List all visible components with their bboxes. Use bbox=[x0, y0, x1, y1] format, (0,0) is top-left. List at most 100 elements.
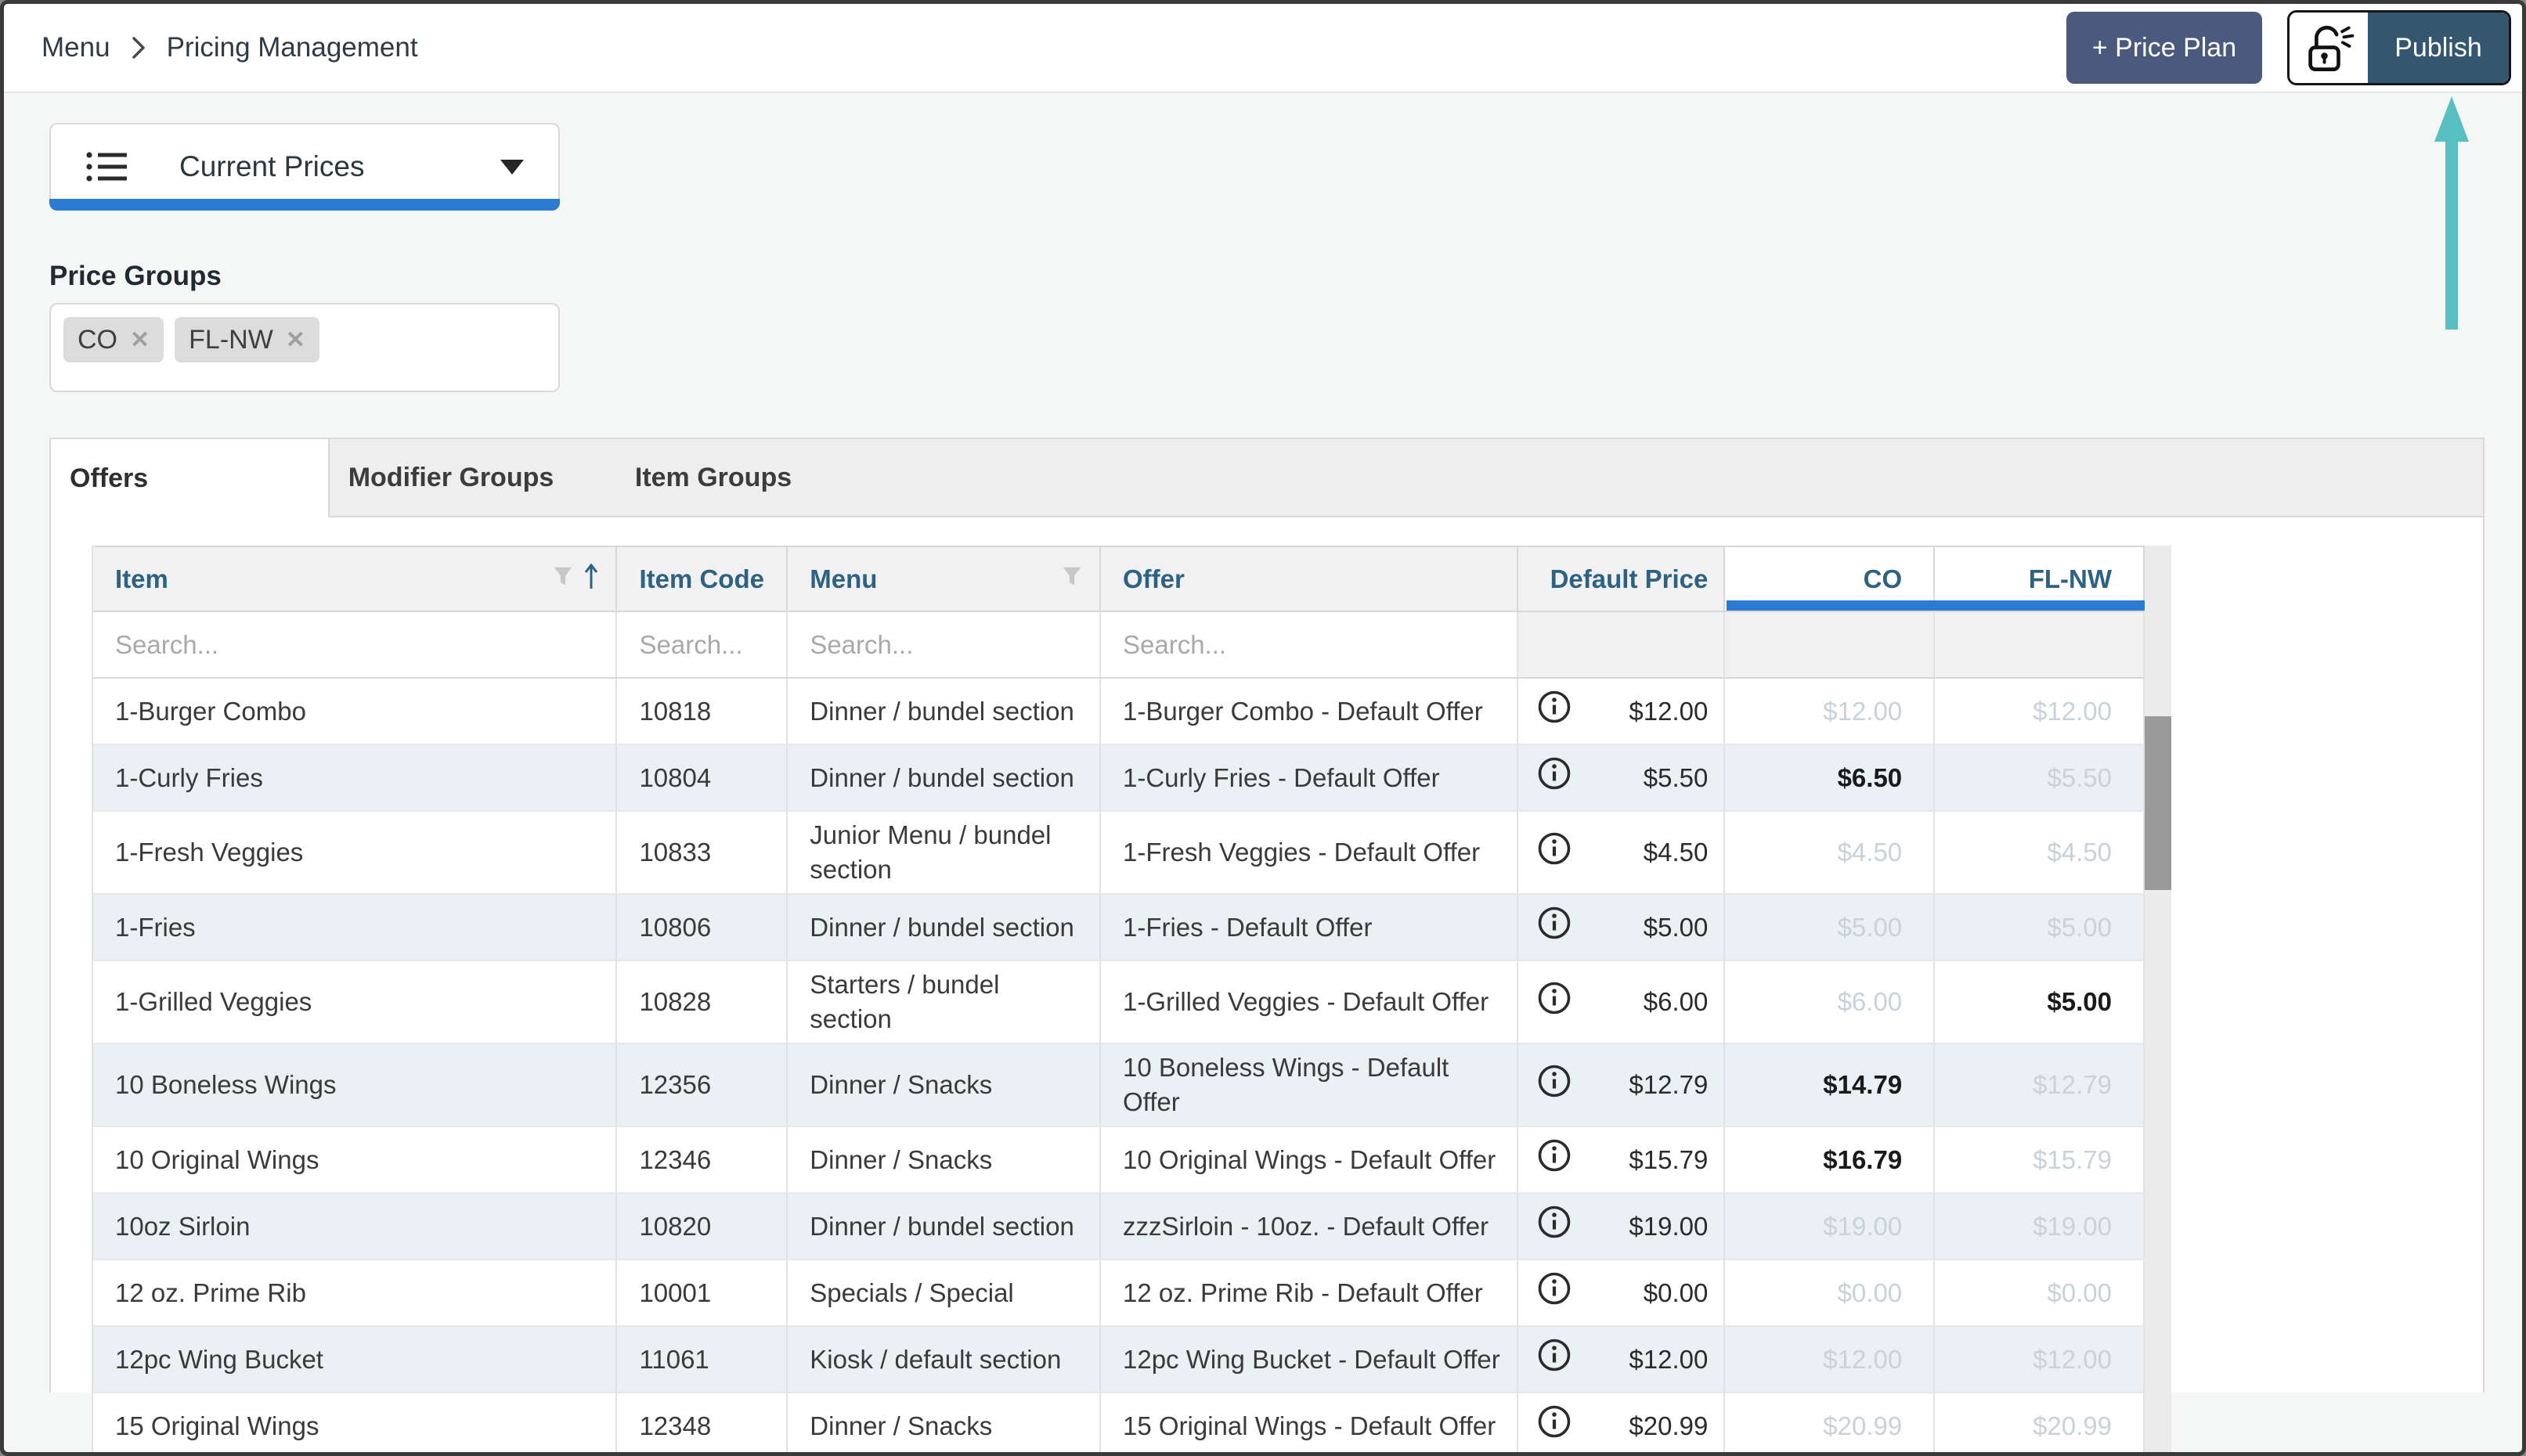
co-price-cell[interactable]: $6.00 bbox=[1725, 961, 1935, 1043]
co-price-value: $6.00 bbox=[1838, 985, 1903, 1019]
price-group-chip-flnw: FL-NW ✕ bbox=[175, 317, 319, 362]
co-price-value: $12.00 bbox=[1823, 694, 1902, 729]
info-icon[interactable] bbox=[1537, 1404, 1572, 1447]
default-price-cell: $15.79 bbox=[1518, 1127, 1726, 1192]
fl-nw-price-cell[interactable]: $0.00 bbox=[1935, 1260, 2145, 1325]
fl-nw-price-value: $12.79 bbox=[2033, 1068, 2112, 1102]
fl-nw-price-value: $15.79 bbox=[2033, 1143, 2112, 1177]
fl-nw-price-cell[interactable]: $15.79 bbox=[1935, 1127, 2145, 1192]
search-item-input[interactable] bbox=[93, 612, 615, 677]
price-groups-label: Price Groups bbox=[49, 261, 2522, 292]
fl-nw-price-cell[interactable]: $20.99 bbox=[1935, 1393, 2145, 1456]
co-price-cell[interactable]: $12.00 bbox=[1725, 1327, 1935, 1392]
fl-nw-price-value: $12.00 bbox=[2033, 1342, 2112, 1377]
fl-nw-price-cell[interactable]: $5.00 bbox=[1935, 895, 2145, 960]
fl-nw-price-cell[interactable]: $12.00 bbox=[1935, 1327, 2145, 1392]
unlock-button[interactable] bbox=[2290, 13, 2368, 83]
info-icon[interactable] bbox=[1537, 1205, 1572, 1248]
fl-nw-price-value: $5.00 bbox=[2047, 985, 2112, 1019]
item-code-cell: 10001 bbox=[617, 1260, 788, 1325]
default-price-value: $20.99 bbox=[1629, 1409, 1708, 1443]
fl-nw-price-cell[interactable]: $5.00 bbox=[1935, 961, 2145, 1043]
breadcrumb-menu[interactable]: Menu bbox=[41, 32, 110, 63]
vertical-scrollbar[interactable] bbox=[2145, 546, 2171, 1456]
item-code-cell: 10804 bbox=[617, 745, 788, 810]
filter-icon[interactable] bbox=[551, 564, 575, 594]
info-icon[interactable] bbox=[1537, 1271, 1572, 1314]
item-code-cell: 10820 bbox=[617, 1194, 788, 1259]
info-icon[interactable] bbox=[1537, 1064, 1572, 1107]
menu-cell: Dinner / bundel section bbox=[788, 745, 1101, 810]
item-code-cell: 10828 bbox=[617, 961, 788, 1043]
tab-offers[interactable]: Offers bbox=[51, 439, 330, 517]
search-menu-input[interactable] bbox=[788, 612, 1099, 677]
sort-ascending-icon[interactable] bbox=[583, 562, 600, 596]
add-price-plan-button[interactable]: + Price Plan bbox=[2066, 12, 2262, 84]
co-price-cell[interactable]: $6.50 bbox=[1725, 745, 1935, 810]
tab-modifier-groups[interactable]: Modifier Groups bbox=[330, 439, 572, 516]
column-label: Item bbox=[115, 564, 168, 594]
offer-cell: 10 Boneless Wings - Default Offer bbox=[1101, 1044, 1518, 1126]
item-cell: 1-Grilled Veggies bbox=[93, 961, 617, 1043]
menu-cell: Dinner / bundel section bbox=[788, 895, 1101, 960]
publish-button[interactable]: Publish bbox=[2368, 13, 2509, 83]
info-icon[interactable] bbox=[1537, 906, 1572, 949]
default-price-cell: $5.00 bbox=[1518, 895, 1726, 960]
co-price-cell[interactable]: $0.00 bbox=[1725, 1260, 1935, 1325]
search-offer-input[interactable] bbox=[1101, 612, 1517, 677]
co-price-cell[interactable]: $5.00 bbox=[1725, 895, 1935, 960]
default-price-cell: $12.00 bbox=[1518, 1327, 1726, 1392]
column-label: FL-NW bbox=[2029, 564, 2112, 594]
remove-chip-icon[interactable]: ✕ bbox=[130, 326, 150, 354]
column-header-menu[interactable]: Menu bbox=[788, 547, 1101, 611]
column-header-item-code[interactable]: Item Code bbox=[617, 547, 788, 611]
info-icon[interactable] bbox=[1537, 756, 1572, 799]
fl-nw-price-cell[interactable]: $12.79 bbox=[1935, 1044, 2145, 1126]
remove-chip-icon[interactable]: ✕ bbox=[286, 326, 305, 354]
tab-strip: Offers Modifier Groups Item Groups bbox=[51, 439, 2483, 517]
pricing-panel: Offers Modifier Groups Item Groups Item bbox=[49, 438, 2485, 1393]
tab-item-groups[interactable]: Item Groups bbox=[572, 439, 854, 516]
table-row: 1-Fresh Veggies10833Junior Menu / bundel… bbox=[93, 812, 2145, 895]
breadcrumb-pricing-management: Pricing Management bbox=[167, 32, 418, 63]
default-price-cell: $0.00 bbox=[1518, 1260, 1726, 1325]
menu-cell: Dinner / Snacks bbox=[788, 1044, 1101, 1126]
default-price-cell: $20.99 bbox=[1518, 1393, 1726, 1456]
content-area: Current Prices Price Groups CO ✕ FL-NW ✕… bbox=[4, 93, 2522, 1393]
column-header-offer[interactable]: Offer bbox=[1101, 547, 1518, 611]
price-groups-input[interactable]: CO ✕ FL-NW ✕ bbox=[49, 303, 560, 392]
co-price-cell[interactable]: $14.79 bbox=[1725, 1044, 1935, 1126]
fl-nw-price-cell[interactable]: $5.50 bbox=[1935, 745, 2145, 810]
info-icon[interactable] bbox=[1537, 831, 1572, 874]
column-header-default-price[interactable]: Default Price bbox=[1518, 547, 1726, 611]
co-price-cell[interactable]: $19.00 bbox=[1725, 1194, 1935, 1259]
co-price-value: $14.79 bbox=[1823, 1068, 1902, 1102]
scrollbar-thumb[interactable] bbox=[2145, 716, 2171, 890]
app-window: Menu Pricing Management + Price Plan bbox=[0, 0, 2526, 1456]
info-icon[interactable] bbox=[1537, 1138, 1572, 1181]
column-label: Default Price bbox=[1550, 564, 1709, 594]
info-icon[interactable] bbox=[1537, 981, 1572, 1024]
co-price-cell[interactable]: $20.99 bbox=[1725, 1393, 1935, 1456]
fl-nw-price-value: $0.00 bbox=[2047, 1276, 2112, 1310]
table-row: 1-Curly Fries10804Dinner / bundel sectio… bbox=[93, 745, 2145, 812]
co-price-cell[interactable]: $4.50 bbox=[1725, 812, 1935, 893]
search-item-code-input[interactable] bbox=[617, 612, 786, 677]
offer-cell: 10 Original Wings - Default Offer bbox=[1101, 1127, 1518, 1192]
price-view-value: Current Prices bbox=[179, 150, 364, 183]
fl-nw-price-cell[interactable]: $19.00 bbox=[1935, 1194, 2145, 1259]
column-header-item[interactable]: Item bbox=[93, 547, 617, 611]
item-cell: 10 Original Wings bbox=[93, 1127, 617, 1192]
info-icon[interactable] bbox=[1537, 1338, 1572, 1381]
item-cell: 1-Fresh Veggies bbox=[93, 812, 617, 893]
filter-icon[interactable] bbox=[1060, 564, 1084, 594]
fl-nw-price-cell[interactable]: $12.00 bbox=[1935, 679, 2145, 744]
co-price-cell[interactable]: $16.79 bbox=[1725, 1127, 1935, 1192]
menu-cell: Dinner / Snacks bbox=[788, 1127, 1101, 1192]
fl-nw-price-cell[interactable]: $4.50 bbox=[1935, 812, 2145, 893]
default-price-cell: $12.79 bbox=[1518, 1044, 1726, 1126]
column-label: Offer bbox=[1123, 564, 1185, 594]
info-icon[interactable] bbox=[1537, 690, 1572, 733]
co-price-cell[interactable]: $12.00 bbox=[1725, 679, 1935, 744]
price-view-dropdown[interactable]: Current Prices bbox=[49, 123, 560, 211]
